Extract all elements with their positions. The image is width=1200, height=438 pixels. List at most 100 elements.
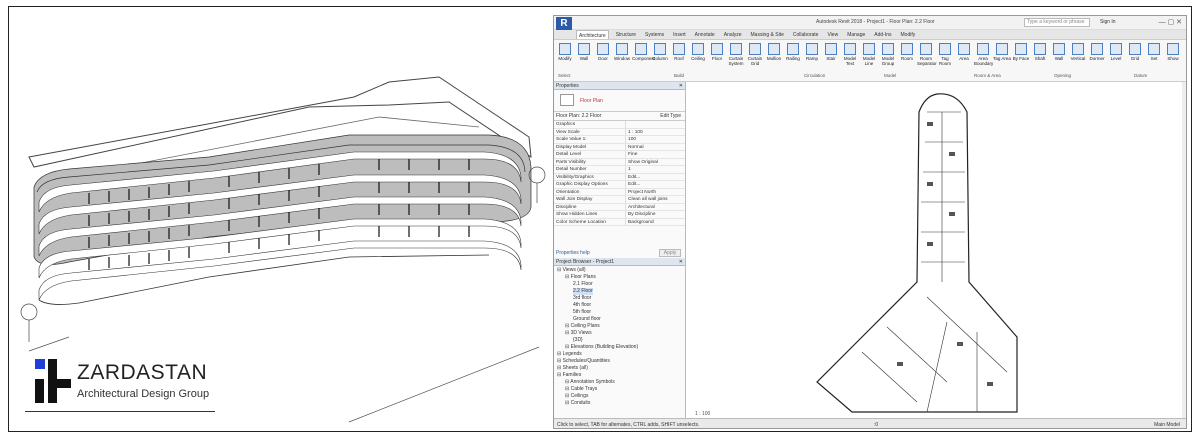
property-row[interactable]: Parts Visibility Show Original [554, 158, 685, 166]
browser-item[interactable]: ⊟ Ceiling Plans [554, 323, 685, 330]
tab-annotate[interactable]: Annotate [693, 30, 717, 39]
ribbon-button-window[interactable]: Window [613, 43, 631, 61]
browser-item[interactable]: ⊟ Schedules/Quantities [554, 358, 685, 365]
property-row[interactable]: Orientation Project North [554, 188, 685, 196]
browser-item[interactable]: ⊟ Annotation Symbols [554, 379, 685, 386]
browser-item[interactable]: 2.1 Floor [554, 281, 685, 288]
ribbon-button-by-face[interactable]: By Face [1012, 43, 1030, 61]
tab-modify[interactable]: Modify [899, 30, 918, 39]
property-row[interactable]: Visibility/Graphics Edit... [554, 173, 685, 181]
tab-architecture[interactable]: Architecture [576, 30, 609, 39]
property-row[interactable]: Display Model Normal [554, 143, 685, 151]
ribbon-button-wall[interactable]: Wall [1050, 43, 1068, 61]
close-icon[interactable]: ✕ [679, 82, 683, 90]
tab-massing-site[interactable]: Massing & Site [749, 30, 786, 39]
browser-item[interactable]: 3rd floor [554, 295, 685, 302]
ribbon-button-mullion[interactable]: Mullion [765, 43, 783, 61]
property-row[interactable]: Color Scheme Location Background [554, 218, 685, 226]
ribbon-button-tag-area[interactable]: Tag Area [993, 43, 1011, 61]
search-input[interactable]: Type a keyword or phrase [1024, 18, 1090, 27]
ribbon-button-area-boundary[interactable]: Area Boundary [974, 43, 993, 66]
close-icon[interactable]: ✕ [679, 258, 683, 266]
ribbon-button-stair[interactable]: Stair [822, 43, 840, 61]
properties-help-link[interactable]: Properties help [556, 250, 590, 256]
ribbon-button-tag-room[interactable]: Tag Room [936, 43, 954, 66]
tab-add-ins[interactable]: Add-Ins [872, 30, 893, 39]
property-row[interactable]: View Scale 1 : 100 [554, 128, 685, 136]
browser-item[interactable]: ⊟ 3D Views [554, 330, 685, 337]
property-value[interactable]: Edit... [626, 174, 685, 181]
sign-in-link[interactable]: Sign In [1100, 19, 1116, 25]
ribbon-button-column[interactable]: Column [651, 43, 669, 61]
ribbon-button-level[interactable]: Level [1107, 43, 1125, 61]
ribbon-button-component[interactable]: Component [632, 43, 655, 61]
ribbon-button-ramp[interactable]: Ramp [803, 43, 821, 61]
ribbon-button-room-separator[interactable]: Room Separator [917, 43, 937, 66]
vertical-scrollbar[interactable] [1182, 82, 1186, 418]
property-value[interactable]: Show Original [626, 159, 685, 166]
browser-item[interactable]: ⊟ Legends [554, 351, 685, 358]
ribbon-button-model-group[interactable]: Model Group [879, 43, 897, 66]
property-value[interactable]: Fine [626, 151, 685, 158]
ribbon-button-ceiling[interactable]: Ceiling [689, 43, 707, 61]
ribbon-button-door[interactable]: Door [594, 43, 612, 61]
browser-item[interactable]: 5th floor [554, 309, 685, 316]
ribbon-button-curtain-grid[interactable]: Curtain Grid [746, 43, 764, 66]
property-value[interactable]: Background [626, 219, 685, 226]
browser-item[interactable]: ⊟ Conduits [554, 400, 685, 407]
property-row[interactable]: Show Hidden Lines By Discipline [554, 211, 685, 219]
tab-view[interactable]: View [825, 30, 840, 39]
browser-item[interactable]: 4th floor [554, 302, 685, 309]
status-model[interactable]: Main Model [1154, 419, 1180, 428]
ribbon-button-railing[interactable]: Railing [784, 43, 802, 61]
property-row[interactable]: Detail Number 1 [554, 166, 685, 174]
property-row[interactable]: Graphic Display Options Edit... [554, 181, 685, 189]
window-controls[interactable]: — ▢ ✕ [1159, 18, 1182, 26]
app-menu-button[interactable]: R [556, 17, 572, 31]
property-value[interactable]: By Discipline [626, 211, 685, 218]
ribbon-button-area[interactable]: Area [955, 43, 973, 61]
ribbon-button-model-text[interactable]: Model Text [841, 43, 859, 66]
tab-collaborate[interactable]: Collaborate [791, 30, 821, 39]
browser-item[interactable]: ⊟ Elevations (Building Elevation) [554, 344, 685, 351]
browser-item[interactable]: ⊟ Floor Plans [554, 274, 685, 281]
ribbon-button-modify[interactable]: Modify [556, 43, 574, 61]
drawing-canvas[interactable] [687, 82, 1184, 418]
ribbon-button-wall[interactable]: Wall [575, 43, 593, 61]
browser-item[interactable]: ⊟ Cable Trays [554, 386, 685, 393]
property-value[interactable]: Edit... [626, 181, 685, 188]
browser-item[interactable]: ⊟ Families [554, 372, 685, 379]
browser-item[interactable]: {3D} [554, 337, 685, 344]
property-value[interactable]: Clean all wall joins [626, 196, 685, 203]
ribbon-button-shaft[interactable]: Shaft [1031, 43, 1049, 61]
tab-systems[interactable]: Systems [643, 30, 666, 39]
ribbon-button-show[interactable]: Show [1164, 43, 1182, 61]
tab-insert[interactable]: Insert [671, 30, 688, 39]
ribbon-button-curtain-system[interactable]: Curtain System [727, 43, 745, 66]
property-row[interactable]: Detail Level Fine [554, 151, 685, 159]
edit-type-button[interactable]: Edit Type [660, 112, 681, 121]
tab-structure[interactable]: Structure [614, 30, 638, 39]
tab-analyze[interactable]: Analyze [722, 30, 744, 39]
property-row[interactable]: Discipline Architectural [554, 203, 685, 211]
view-scale[interactable]: 1 : 100 [695, 411, 710, 417]
type-selector[interactable]: Floor Plan [554, 90, 685, 112]
property-value[interactable]: Architectural [626, 204, 685, 211]
ribbon-button-vertical[interactable]: Vertical [1069, 43, 1087, 61]
property-value[interactable]: 1 : 100 [626, 129, 685, 136]
ribbon-button-model-line[interactable]: Model Line [860, 43, 878, 66]
property-row[interactable]: Wall Join Display Clean all wall joins [554, 196, 685, 204]
property-row[interactable]: Graphics [554, 121, 685, 129]
browser-item[interactable]: ⊟ Sheets (all) [554, 365, 685, 372]
property-row[interactable]: Scale Value 1: 100 [554, 136, 685, 144]
browser-item[interactable]: Ground floor [554, 316, 685, 323]
property-value[interactable]: Normal [626, 144, 685, 151]
ribbon-button-roof[interactable]: Roof [670, 43, 688, 61]
ribbon-button-grid[interactable]: Grid [1126, 43, 1144, 61]
browser-item[interactable]: ⊟ Views (all) [554, 267, 685, 274]
ribbon-button-room[interactable]: Room [898, 43, 916, 61]
browser-item[interactable]: ⊟ Ceilings [554, 393, 685, 400]
apply-button[interactable]: Apply [659, 249, 681, 257]
property-value[interactable]: 1 [626, 166, 685, 173]
browser-item[interactable]: 2.2 Floor [554, 288, 685, 295]
